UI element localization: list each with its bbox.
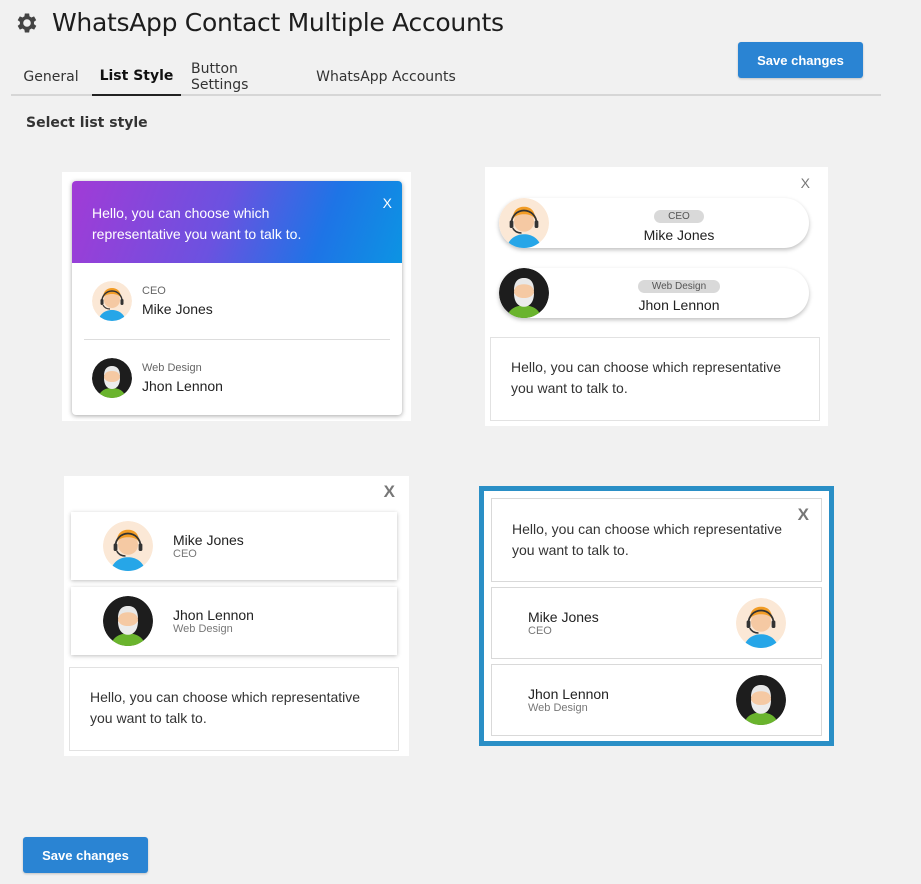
support-agent-avatar: [92, 281, 132, 321]
page-title: WhatsApp Contact Multiple Accounts: [52, 8, 504, 37]
section-label: Select list style: [26, 115, 148, 131]
bearded-man-avatar: [736, 675, 786, 725]
close-icon: X: [383, 482, 395, 501]
save-changes-button-bottom[interactable]: Save changes: [23, 837, 148, 873]
style-2-message: Hello, you can choose which representati…: [490, 337, 820, 421]
list-style-option-4-selected[interactable]: Hello, you can choose which representati…: [479, 486, 834, 746]
style-2-contact-pill: CEO Mike Jones: [499, 198, 809, 248]
gear-icon: [17, 12, 37, 33]
tab-bar: General List Style Button Settings Whats…: [11, 58, 881, 96]
style-3-contact-row: Mike Jones CEO: [71, 512, 397, 580]
contact-role-badge: Web Design: [637, 280, 721, 293]
contact-role: Web Design: [528, 702, 588, 714]
contact-role: Web Design: [142, 361, 202, 374]
contact-role: CEO: [528, 625, 552, 637]
style-1-contact-row: Web Design Jhon Lennon: [84, 339, 390, 415]
bearded-man-avatar: [92, 357, 132, 398]
support-agent-avatar: [499, 198, 549, 248]
contact-name: Jhon Lennon: [638, 297, 720, 313]
list-style-option-1[interactable]: Hello, you can choose which representati…: [62, 172, 411, 421]
tab-whatsapp-accounts[interactable]: WhatsApp Accounts: [316, 58, 456, 96]
style-2-contact-pill: Web Design Jhon Lennon: [499, 268, 809, 318]
close-icon: X: [800, 175, 810, 191]
style-1-header: Hello, you can choose which representati…: [72, 181, 402, 263]
tab-button-settings[interactable]: Button Settings: [191, 58, 298, 96]
bearded-man-avatar: [499, 268, 549, 318]
contact-name: Jhon Lennon: [173, 607, 254, 623]
contact-name: Mike Jones: [142, 301, 213, 317]
contact-role-badge: CEO: [654, 210, 704, 223]
style-4-message: Hello, you can choose which representati…: [491, 498, 822, 582]
style-1-message: Hello, you can choose which representati…: [92, 205, 302, 242]
close-icon: X: [797, 505, 809, 524]
contact-name: Jhon Lennon: [528, 686, 609, 702]
style-3-contact-row: Jhon Lennon Web Design: [71, 587, 397, 655]
contact-role: CEO: [173, 548, 197, 560]
contact-name: Mike Jones: [528, 609, 599, 625]
list-style-option-2[interactable]: X CEO Mike Jones Web Design Jhon Lennon …: [485, 167, 828, 426]
style-4-contact-row: Jhon Lennon Web Design: [491, 664, 822, 736]
contact-name: Mike Jones: [173, 532, 244, 548]
list-style-option-3[interactable]: X Mike Jones CEO Jhon Lennon Web Design …: [64, 476, 409, 756]
page-header: WhatsApp Contact Multiple Accounts: [14, 8, 504, 37]
style-1-contact-row: CEO Mike Jones: [72, 263, 402, 339]
style-4-contact-row: Mike Jones CEO: [491, 587, 822, 659]
contact-role: Web Design: [173, 623, 233, 635]
tab-general[interactable]: General: [16, 58, 86, 96]
close-icon: X: [382, 195, 392, 211]
contact-role: CEO: [142, 285, 166, 297]
support-agent-avatar: [736, 598, 786, 648]
contact-name: Mike Jones: [643, 227, 715, 243]
tab-list-style[interactable]: List Style: [92, 58, 181, 96]
contact-name: Jhon Lennon: [142, 377, 223, 394]
bearded-man-avatar: [103, 596, 153, 646]
style-3-message: Hello, you can choose which representati…: [69, 667, 399, 751]
style-1-preview-card: Hello, you can choose which representati…: [72, 181, 402, 415]
support-agent-avatar: [103, 521, 153, 571]
